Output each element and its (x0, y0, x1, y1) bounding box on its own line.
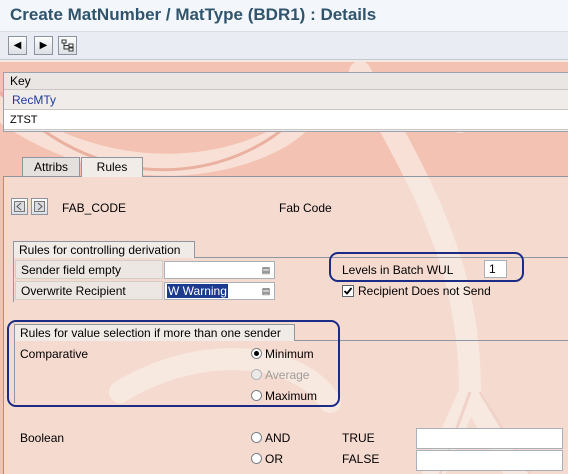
overwrite-recipient-value: W Warning (167, 284, 228, 298)
triangle-right-icon: ▶ (39, 40, 48, 51)
true-value-input[interactable] (416, 428, 563, 449)
application-toolbar: ◀ ▶ (0, 32, 568, 60)
and-label: AND (265, 431, 291, 445)
or-label: OR (265, 452, 283, 466)
dropdown-list-icon[interactable]: ▤ (260, 263, 272, 277)
checkmark-icon (343, 287, 353, 295)
back-button[interactable]: ◀ (8, 36, 27, 55)
key-section: Key RecMTy ZTST (3, 72, 568, 132)
boolean-label: Boolean (20, 431, 65, 445)
key-column-header[interactable]: RecMTy (4, 90, 568, 110)
selection-highlight-box (7, 320, 340, 407)
window-title: Create MatNumber / MatType (BDR1) : Deta… (10, 5, 377, 24)
sender-field-empty-label: Sender field empty (15, 260, 163, 279)
key-header: Key (4, 73, 568, 90)
radio-or[interactable] (251, 453, 262, 464)
title-bar: Create MatNumber / MatType (BDR1) : Deta… (0, 0, 568, 32)
page-right-icon (34, 201, 45, 212)
levels-highlight-box (329, 252, 524, 282)
derivation-group-title: Rules for controlling derivation (13, 241, 195, 258)
forward-button[interactable]: ▶ (34, 36, 53, 55)
key-value-cell[interactable]: ZTST (4, 110, 568, 130)
triangle-left-icon: ◀ (13, 40, 22, 51)
derivation-group-left-border (13, 258, 14, 302)
recipient-does-not-send-checkbox[interactable] (342, 285, 354, 297)
radio-and[interactable] (251, 432, 262, 443)
true-label: TRUE (342, 431, 375, 445)
field-code: FAB_CODE (62, 201, 127, 215)
false-value-input[interactable] (416, 450, 563, 471)
overwrite-recipient-input[interactable]: W Warning (164, 282, 275, 300)
next-field-button[interactable] (31, 198, 48, 215)
overwrite-recipient-label: Overwrite Recipient (15, 281, 163, 300)
hierarchy-icon (61, 39, 74, 52)
recipient-does-not-send-label: Recipient Does not Send (358, 284, 491, 298)
page-left-icon (14, 201, 25, 212)
other-object-button[interactable] (58, 36, 77, 55)
field-description: Fab Code (279, 201, 332, 215)
dropdown-list-icon[interactable]: ▤ (260, 284, 272, 298)
tab-rules[interactable]: Rules (81, 157, 143, 177)
false-label: FALSE (342, 452, 380, 466)
previous-field-button[interactable] (11, 198, 28, 215)
tab-attribs[interactable]: Attribs (22, 157, 80, 176)
sender-field-empty-input[interactable] (164, 261, 275, 279)
